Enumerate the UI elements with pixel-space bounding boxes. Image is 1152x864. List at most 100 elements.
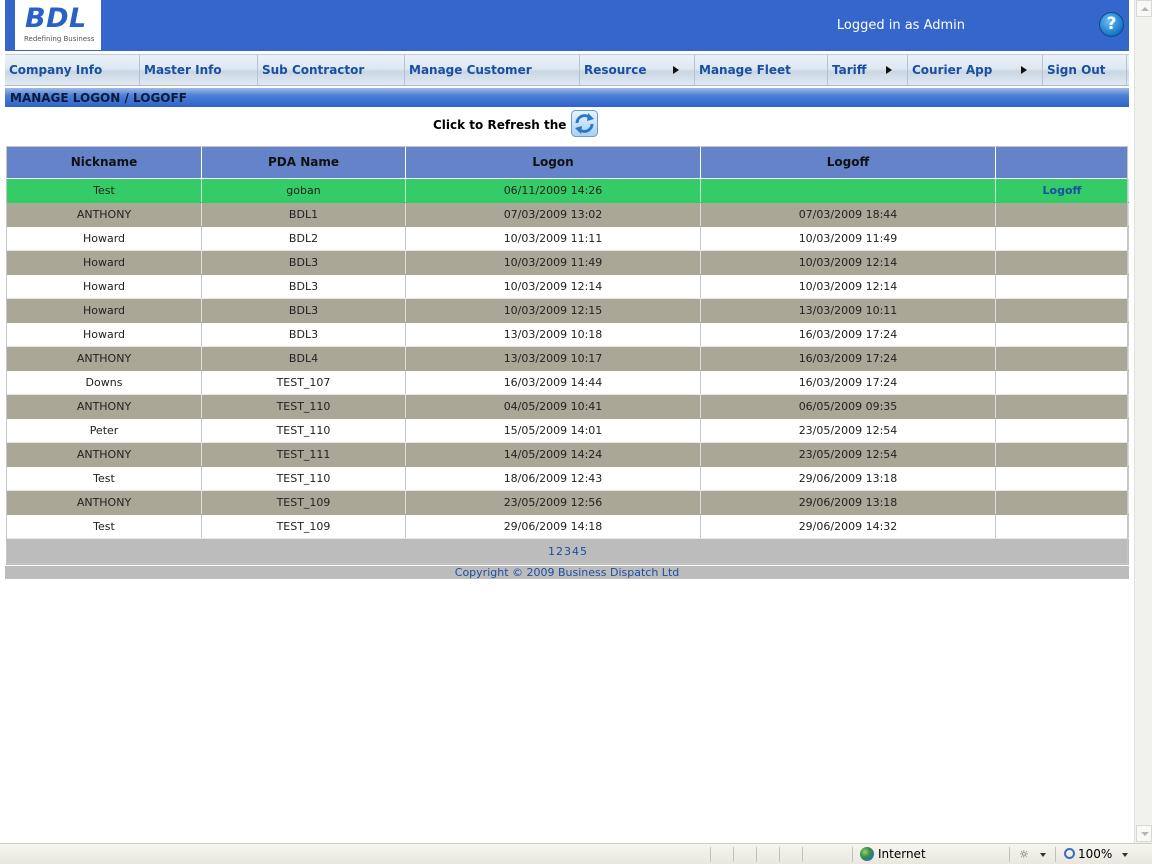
cell-pda-name: TEST_107 (201, 369, 406, 395)
page-link[interactable]: 3 (564, 545, 572, 558)
logon-table: Nickname PDA Name Logon Logoff Test goban… (6, 146, 1129, 565)
page-title: MANAGE LOGON / LOGOFF (5, 88, 1129, 107)
cell-logoff: 10/03/2009 11:49 (700, 225, 996, 251)
cell-nickname: ANTHONY (6, 393, 202, 419)
cell-nickname: Test (6, 465, 202, 491)
cell-pda-name: TEST_111 (201, 441, 406, 467)
cell-logoff: 23/05/2009 12:54 (700, 417, 996, 443)
cell-logon: 16/03/2009 14:44 (405, 369, 701, 395)
cell-action (995, 249, 1129, 275)
logo[interactable]: BDL Redefining Business (15, 0, 101, 50)
table-row: ANTHONY TEST_110 04/05/2009 10:41 06/05/200… (6, 393, 1129, 419)
cell-logoff: 16/03/2009 17:24 (700, 345, 996, 371)
menu-item-sign-out[interactable]: Sign Out (1043, 55, 1127, 86)
cell-pda-name: BDL3 (201, 297, 406, 323)
main-menu: Company Info Master Info Sub Contractor … (5, 54, 1129, 86)
cell-pda-name: BDL2 (201, 225, 406, 251)
menu-item-label: Courier App (912, 63, 993, 77)
table-header-row: Nickname PDA Name Logon Logoff (6, 146, 1129, 179)
cell-action: Logoff (995, 177, 1129, 203)
cell-action (995, 465, 1129, 491)
cell-action (995, 225, 1129, 251)
scroll-up-button[interactable] (1136, 0, 1152, 17)
help-icon[interactable]: ? (1099, 12, 1124, 37)
submenu-arrow-icon (886, 66, 892, 74)
logo-tagline: Redefining Business (24, 35, 95, 43)
logoff-link[interactable]: Logoff (1043, 184, 1082, 197)
chevron-down-icon[interactable] (1122, 853, 1128, 857)
menu-item-label: Manage Fleet (699, 63, 791, 77)
cell-nickname: Downs (6, 369, 202, 395)
vertical-scrollbar[interactable] (1134, 0, 1152, 843)
menu-item-master-info[interactable]: Master Info (140, 55, 258, 86)
chevron-down-icon[interactable] (1040, 853, 1046, 857)
cell-action (995, 297, 1129, 323)
cell-nickname: Peter (6, 417, 202, 443)
logged-in-status: Logged in as Admin (836, 18, 965, 33)
cell-logoff: 29/06/2009 13:18 (700, 465, 996, 491)
cell-logon: 23/05/2009 12:56 (405, 489, 701, 515)
menu-item-courier-app[interactable]: Courier App (908, 55, 1043, 86)
cell-nickname: Howard (6, 225, 202, 251)
column-header-logoff[interactable]: Logoff (700, 146, 996, 179)
menu-item-company-info[interactable]: Company Info (5, 55, 140, 86)
menu-item-manage-customer[interactable]: Manage Customer (405, 55, 580, 86)
menu-item-label: Resource (584, 63, 647, 77)
page-link[interactable]: 1 (548, 545, 556, 558)
cell-logon: 10/03/2009 12:14 (405, 273, 701, 299)
page-link[interactable]: 4 (572, 545, 580, 558)
cell-pda-name: TEST_110 (201, 465, 406, 491)
cell-pda-name: BDL4 (201, 345, 406, 371)
zoom-control[interactable]: 100% (1064, 847, 1112, 861)
cell-logon: 13/03/2009 10:18 (405, 321, 701, 347)
cell-action (995, 345, 1129, 371)
protected-mode-icon[interactable]: ☼ (1019, 848, 1029, 861)
cell-logon: 07/03/2009 13:02 (405, 201, 701, 227)
cell-logoff: 06/05/2009 09:35 (700, 393, 996, 419)
submenu-arrow-icon (673, 66, 679, 74)
cell-logon: 10/03/2009 11:11 (405, 225, 701, 251)
cell-logoff: 23/05/2009 12:54 (700, 441, 996, 467)
cell-action (995, 369, 1129, 395)
cell-pda-name: BDL3 (201, 249, 406, 275)
cell-logon: 10/03/2009 11:49 (405, 249, 701, 275)
pager-row: 12345 (6, 537, 1129, 565)
menu-item-label: Sub Contractor (262, 63, 365, 77)
cell-pda-name: goban (201, 177, 406, 203)
column-header-logon[interactable]: Logon (405, 146, 701, 179)
page-link[interactable]: 5 (580, 545, 588, 558)
cell-pda-name: TEST_110 (201, 417, 406, 443)
security-zone-label: Internet (878, 847, 926, 861)
column-header-action (995, 146, 1129, 179)
cell-pda-name: BDL3 (201, 273, 406, 299)
cell-logon: 15/05/2009 14:01 (405, 417, 701, 443)
magnifier-icon (1064, 848, 1075, 859)
security-zone[interactable]: Internet (860, 847, 926, 861)
cell-nickname: Howard (6, 297, 202, 323)
menu-item-tariff[interactable]: Tariff (828, 55, 908, 86)
column-header-pda-name[interactable]: PDA Name (201, 146, 406, 179)
browser-status-bar: Internet ☼ 100% (0, 843, 1152, 864)
menu-item-manage-fleet[interactable]: Manage Fleet (695, 55, 828, 86)
cell-pda-name: TEST_110 (201, 393, 406, 419)
table-row: Test TEST_109 29/06/2009 14:18 29/06/2009 1… (6, 513, 1129, 539)
cell-action (995, 393, 1129, 419)
scroll-down-button[interactable] (1136, 825, 1152, 842)
refresh-icon[interactable] (571, 110, 598, 137)
cell-nickname: Howard (6, 249, 202, 275)
menu-item-resource[interactable]: Resource (580, 55, 695, 86)
cell-logon: 29/06/2009 14:18 (405, 513, 701, 539)
table-row: ANTHONY TEST_111 14/05/2009 14:24 23/05/200… (6, 441, 1129, 467)
cell-nickname: ANTHONY (6, 345, 202, 371)
table-row: ANTHONY BDL4 13/03/2009 10:17 16/03/2009 17… (6, 345, 1129, 371)
menu-item-sub-contractor[interactable]: Sub Contractor (258, 55, 405, 86)
cell-action (995, 441, 1129, 467)
cell-pda-name: TEST_109 (201, 489, 406, 515)
column-header-nickname[interactable]: Nickname (6, 146, 202, 179)
cell-logon: 10/03/2009 12:15 (405, 297, 701, 323)
logo-text: BDL (25, 3, 87, 34)
cell-action (995, 273, 1129, 299)
cell-nickname: Howard (6, 273, 202, 299)
cell-logon: 06/11/2009 14:26 (405, 177, 701, 203)
page-link[interactable]: 2 (556, 545, 564, 558)
